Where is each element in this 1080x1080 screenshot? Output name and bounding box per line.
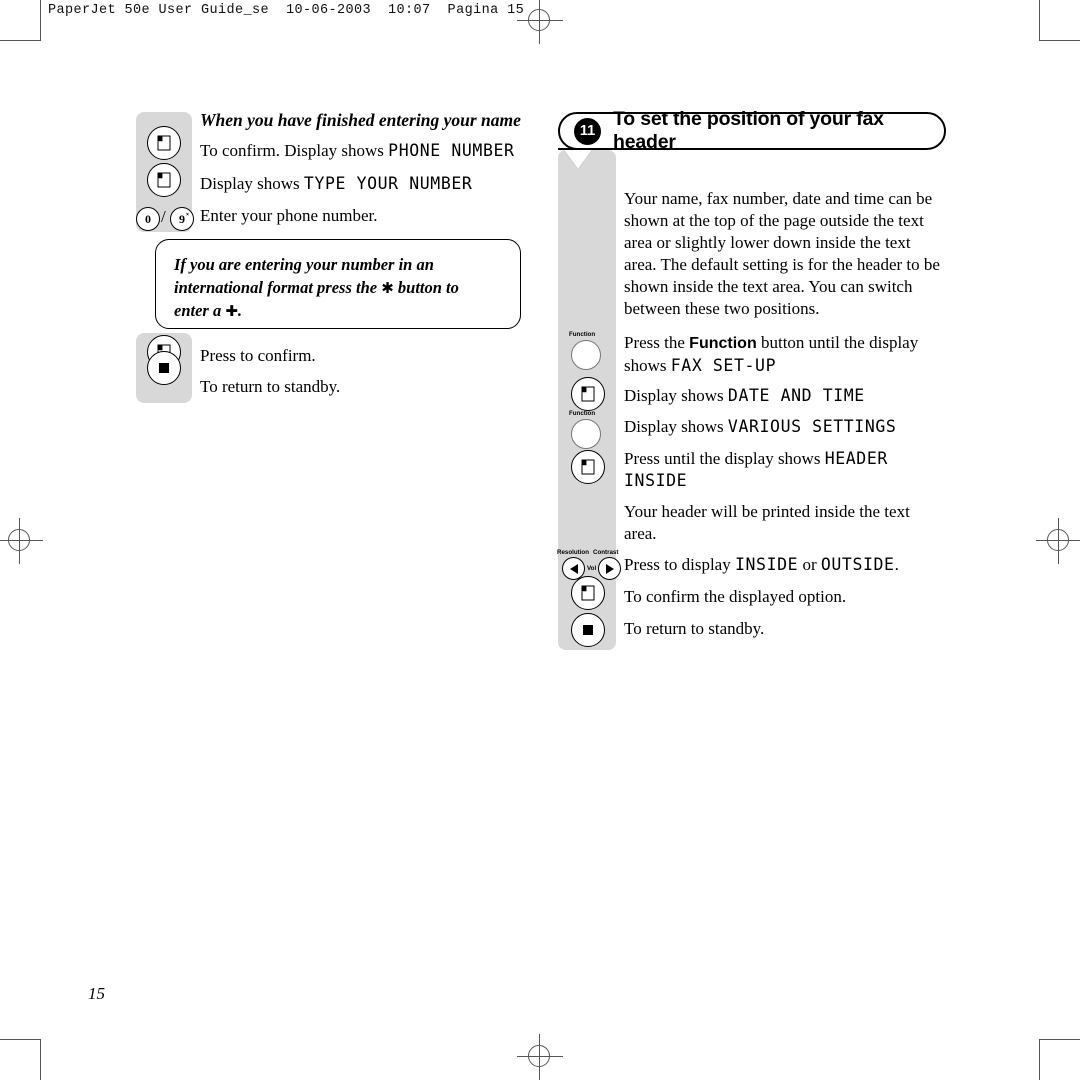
- right-step-2: Display shows DATE AND TIME: [624, 385, 954, 407]
- function-button-group-2[interactable]: Function: [562, 410, 612, 449]
- left-step-1: To confirm. Display shows PHONE NUMBER: [200, 140, 530, 162]
- tip-line3-b: .: [237, 300, 243, 320]
- start-button-icon[interactable]: [147, 126, 181, 160]
- right-step-3: Display shows VARIOUS SETTINGS: [624, 416, 954, 438]
- contrast-label: Contrast: [593, 549, 619, 556]
- tip-callout-text: If you are entering your number in an in…: [156, 240, 520, 336]
- keypad-9-button[interactable]: 9 ×: [170, 207, 194, 231]
- left-subheading: When you have finished entering your nam…: [200, 110, 521, 130]
- vol-label: Vol: [587, 565, 597, 572]
- keypad-0-9-icon[interactable]: 0 / 9 ×: [136, 205, 194, 233]
- function-button-group-1[interactable]: Function: [562, 331, 612, 370]
- right-step-5-a: Your header will be printed inside the t…: [624, 502, 910, 521]
- right-step-1-a: Press the: [624, 333, 690, 352]
- right-step-5-b: area.: [624, 524, 657, 544]
- left-step-2: Display shows TYPE YOUR NUMBER: [200, 173, 530, 195]
- right-step-4-lcd2: INSIDE: [624, 471, 688, 491]
- left-step-3: Enter your phone number.: [200, 205, 530, 227]
- right-step-1: Press the Function button until the disp…: [624, 332, 954, 377]
- right-step-7: To confirm the displayed option.: [624, 587, 847, 606]
- crop-mark-top-left: [0, 0, 41, 41]
- function-button-icon[interactable]: [571, 419, 601, 449]
- asterisk-icon: ✱: [381, 278, 394, 297]
- crop-mark-bottom-right: [1039, 1039, 1080, 1080]
- tip-line1: If you are entering your number in an: [174, 255, 434, 274]
- start-button-icon[interactable]: [147, 163, 181, 197]
- registration-mark-right: [1036, 518, 1080, 564]
- right-step-6-a: Press to display: [624, 555, 735, 574]
- right-step-6-c: .: [894, 555, 899, 574]
- plus-icon: ✚: [225, 301, 238, 320]
- crop-mark-top-right: [1039, 0, 1080, 41]
- right-step-5: Your header will be printed inside the t…: [624, 501, 946, 545]
- registration-mark-bottom: [517, 1034, 563, 1080]
- resolution-label: Resolution: [557, 549, 589, 556]
- running-head: PaperJet 50e User Guide_se 10-06-2003 10…: [48, 3, 525, 18]
- right-step-8: To return to standby.: [624, 619, 765, 638]
- keypad-slash: /: [161, 207, 166, 226]
- start-button-icon[interactable]: [571, 450, 605, 484]
- right-step-4: Press until the display shows HEADER INS…: [624, 448, 954, 492]
- right-step-4-a: Press until the display shows: [624, 449, 825, 468]
- start-button-icon[interactable]: [571, 377, 605, 411]
- crop-mark-bottom-left: [0, 1039, 41, 1080]
- right-step-1-bold: Function: [689, 335, 757, 352]
- registration-mark-left: [0, 518, 43, 564]
- right-intro-paragraph: Your name, fax number, date and time can…: [624, 189, 940, 318]
- tip-line2-b: button to: [393, 277, 459, 297]
- function-label: Function: [569, 410, 596, 417]
- section-number-badge: 11: [574, 117, 601, 145]
- right-step-3-lcd: VARIOUS SETTINGS: [727, 417, 897, 436]
- stop-button-icon[interactable]: [147, 351, 181, 385]
- heading-tail-icon: [558, 148, 620, 169]
- right-step-6-b: or: [798, 555, 821, 574]
- right-step-6-lcd: INSIDE: [734, 555, 799, 574]
- right-step-2-lcd: DATE AND TIME: [727, 386, 865, 405]
- function-label: Function: [569, 331, 596, 338]
- section-heading: 11 To set the position of your fax heade…: [558, 108, 946, 153]
- left-step-3-text: Enter your phone number.: [200, 206, 378, 225]
- right-step-4-lcd: HEADER: [824, 449, 888, 468]
- keypad-0-button[interactable]: 0: [136, 207, 160, 231]
- stop-button-icon[interactable]: [571, 613, 605, 647]
- right-step-1-lcd: FAX SET-UP: [670, 355, 777, 375]
- left-step-2-lcd: TYPE YOUR NUMBER: [303, 174, 473, 193]
- left-step-1-text: To confirm. Display shows: [200, 141, 389, 160]
- left-step-4: Press to confirm.: [200, 346, 316, 365]
- right-step-1-c: shows: [624, 355, 671, 375]
- right-step-6-lcd2: OUTSIDE: [820, 555, 895, 574]
- right-step-1-b: button until the display: [756, 333, 919, 352]
- left-step-5: To return to standby.: [200, 377, 341, 396]
- tip-line2-a: international format press the: [174, 277, 382, 297]
- left-step-2-text: Display shows: [200, 174, 304, 193]
- start-button-icon[interactable]: [571, 576, 605, 610]
- tip-line3-a: enter a: [174, 300, 226, 320]
- tip-callout-box: If you are entering your number in an in…: [155, 239, 521, 329]
- section-title: To set the position of your fax header: [613, 108, 884, 153]
- right-step-2-a: Display shows: [624, 386, 728, 405]
- left-step-1-lcd: PHONE NUMBER: [388, 141, 515, 160]
- right-step-3-a: Display shows: [624, 417, 728, 436]
- page-number: 15: [88, 984, 105, 1003]
- right-step-6: Press to display INSIDE or OUTSIDE.: [624, 554, 954, 576]
- arrow-right-button[interactable]: [598, 557, 621, 580]
- function-button-icon[interactable]: [571, 340, 601, 370]
